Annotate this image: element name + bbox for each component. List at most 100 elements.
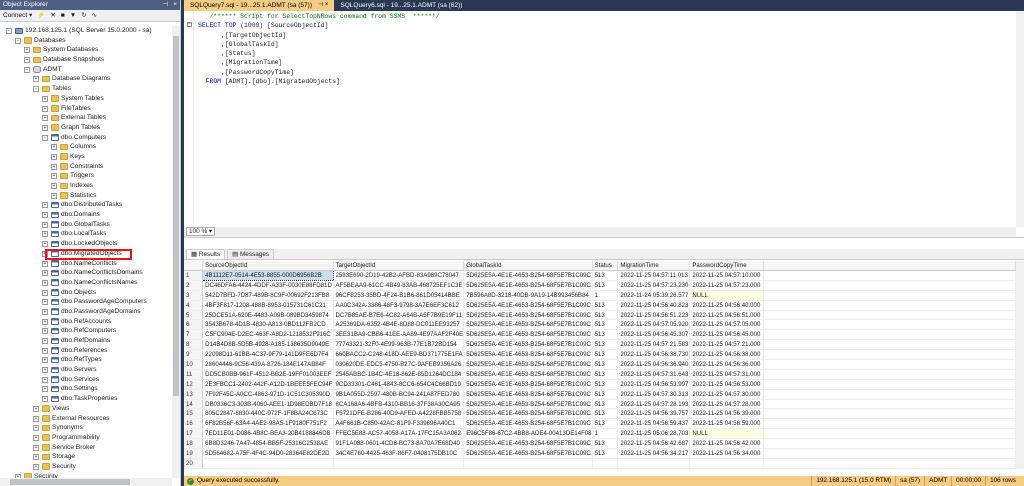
table-cell[interactable]: 2022-11-25 04:57:10.000 (689, 270, 765, 281)
sql-editor[interactable]: − /****** Script for SelectTopNRows comm… (184, 11, 1024, 238)
tab-sqlquery6[interactable]: SQLQuery6.sql - 19...25.1.ADMT (sa (62)) (334, 0, 468, 11)
results-grid[interactable]: SourceObjectId TargetObjectId GlobalTaskId… (184, 261, 1016, 469)
table-cell[interactable]: 22098D11-61BB-4C37-9F79-141D9FE6D7F4 (202, 349, 334, 361)
table-cell[interactable]: 77743321-32F0-4E99-963B-77E1B72BD154 (333, 339, 465, 351)
expand-icon[interactable]: + (42, 318, 48, 325)
table-cell[interactable]: 5D564682-A75F-4F4C-94D0-28364E82DE2D (202, 448, 334, 459)
table-cell[interactable]: 5D625E5A-4E1E-4653-B254-68F5E7B1C09C (463, 300, 593, 311)
table-cell[interactable]: 513 (592, 349, 619, 361)
table-cell[interactable]: 2022-11-25 04:56:36.000 (689, 359, 765, 370)
table-row[interactable]: 14 DB0336C3-303B-4060-AEE1-1D98EDBD7F18 8C… (184, 399, 1016, 410)
table-cell[interactable]: 2022-11-25 04:57:05.920 (617, 319, 691, 331)
table-cell[interactable]: 5D625E5A-4E1E-4653-B254-68F5E7B1C09C (463, 349, 593, 361)
table-cell[interactable]: 5D625E5A-4E1E-4653-B254-68F5E7B1C09C (463, 310, 593, 321)
table-cell[interactable]: 2022-11-25 04:57:28.000 (689, 399, 765, 410)
tree-node[interactable]: + Security (0, 462, 172, 472)
tree-node[interactable]: + External Resources (0, 414, 172, 424)
expand-icon[interactable]: + (51, 153, 57, 160)
table-row[interactable]: 1 4B1112E7-0514-4E53-8855-000D6956B2B 2583… (184, 270, 1016, 281)
table-cell[interactable] (592, 458, 619, 469)
tree-node[interactable]: + dbo.Objects (0, 288, 172, 298)
expand-icon[interactable]: + (42, 338, 48, 344)
scrollbar-thumb[interactable] (173, 36, 179, 396)
table-cell[interactable]: 8CA168A6-4BFB-4310-BB16-37F38A30CA95 (333, 399, 465, 410)
table-cell[interactable]: 2E3FBCC1-2402-442F-A12D-1BEEE5FEC94F (202, 379, 334, 390)
table-cell[interactable]: 513 (592, 369, 619, 380)
expand-icon[interactable]: + (42, 241, 48, 248)
table-cell[interactable]: 6F82B56F-63A4-4AE2-98A5-1F9180F751F2 (202, 418, 334, 430)
table-cell[interactable]: 25DCE51A-620E-4483-A09B-089BD3459874 (202, 310, 334, 321)
tree-node[interactable]: + dbo.RefTypes (0, 355, 172, 365)
tree-node[interactable]: + dbo.NameConflictsNames (0, 278, 172, 288)
expand-icon[interactable]: + (33, 454, 39, 461)
expand-icon[interactable]: + (42, 357, 48, 364)
table-cell[interactable]: 5D625E5A-4E1E-4653-B254-68F5E7B1C09C (463, 359, 593, 370)
table-row[interactable]: 10 28604446-9C56-439A-8726-184E147AB84F 03… (184, 359, 1016, 370)
table-cell[interactable]: 9B1A055D-2597-480B-BC94-241A87FED780 (333, 389, 465, 400)
table-cell[interactable]: 2022-11-25 04:56:34.217 (617, 448, 691, 459)
table-cell[interactable]: 2022-11-25 04:56:51.223 (617, 310, 691, 321)
expand-icon[interactable]: + (51, 183, 57, 189)
table-row[interactable]: 8 D14B4D8B-5D5B-4928-A185-138635D9049E 777… (184, 339, 1016, 351)
table-cell[interactable]: 513 (592, 399, 619, 410)
table-cell[interactable]: 513 (592, 339, 619, 351)
table-cell[interactable]: 513 (592, 359, 619, 370)
table-cell[interactable]: 513 (592, 329, 619, 341)
tree-node[interactable]: + Database Snapshots (0, 55, 172, 65)
tree-node[interactable]: + Indexes (0, 181, 172, 191)
table-cell[interactable]: NULL (689, 290, 765, 301)
table-cell[interactable]: 513 (592, 300, 619, 311)
tree-node[interactable]: − Databases (0, 36, 172, 46)
expand-icon[interactable]: + (33, 434, 39, 441)
expand-icon[interactable]: + (42, 212, 48, 219)
disconnect-icon[interactable]: ✕ (50, 10, 55, 22)
tree-node[interactable]: − dbo.Computers (0, 133, 172, 143)
row-number[interactable]: 10 (184, 359, 204, 370)
close-icon[interactable]: × (173, 0, 177, 10)
expand-icon[interactable]: + (51, 192, 57, 199)
table-cell[interactable]: 2022-11-25 04:56:40.823 (617, 300, 691, 311)
table-cell[interactable]: 513 (592, 438, 619, 450)
table-cell[interactable]: 5D625E5A-4E1E-4653-B254-68F5E7B1C09C (463, 329, 593, 341)
table-cell[interactable]: 96CF8253-35BD-4F24-B1B6-861D05414BBE (333, 290, 465, 301)
table-cell[interactable]: 2022-11-25 04:56:53.997 (617, 379, 691, 390)
expand-icon[interactable]: + (33, 444, 39, 451)
row-number[interactable]: 1 (184, 270, 204, 281)
table-cell[interactable]: DB0336C3-303B-4060-AEE1-1D98EDBD7F18 (202, 399, 334, 410)
tree-node[interactable]: + dbo.NameConflictsDomains (0, 268, 172, 278)
expand-icon[interactable]: + (42, 299, 48, 306)
table-cell[interactable]: 2022-11-25 04:56:59.437 (617, 418, 691, 430)
table-row[interactable]: 18 6B8D3246-7A47-4854-BB5F-25316C2538AE 91… (184, 438, 1016, 450)
table-row[interactable]: 7 C5FC904E-D2EC-463F-A8D2-1218532F916C 3EE… (184, 329, 1016, 341)
expand-icon[interactable]: + (24, 57, 30, 64)
object-explorer-horizontal-scrollbar[interactable] (0, 478, 172, 486)
tree-node[interactable]: + Constraints (0, 162, 172, 172)
table-cell[interactable]: 2022-11-25 04:56:40.000 (689, 300, 765, 311)
table-cell[interactable]: 2022-11-25 04:56:39.757 (617, 408, 691, 420)
activity-monitor-icon[interactable]: ∿ (92, 10, 97, 22)
table-cell[interactable]: 5D625E5A-4E1E-4653-B254-68F5E7B1C09C (463, 418, 593, 430)
table-cell[interactable]: 5D625E5A-4E1E-4653-B254-68F5E7B1C09C (463, 339, 593, 351)
expand-icon[interactable]: + (24, 47, 30, 54)
table-cell[interactable]: 660BACC2-C248-418D-AEE9-BD371775E1FA (333, 349, 465, 361)
table-cell[interactable]: 3543B678-4D1B-4830-A813-0BD112FB2CD (202, 319, 334, 331)
tree-node[interactable]: + Database Diagrams (0, 74, 172, 84)
expand-icon[interactable]: + (42, 396, 48, 403)
table-cell[interactable]: 7ED11E01-D086-4B8C-BEA3-20B4188846D8 (202, 428, 334, 440)
row-number[interactable]: 18 (184, 438, 204, 450)
table-cell[interactable]: 3EE31BA9-CBB6-41EE-AA89-4E97AAF2F40E (333, 329, 465, 341)
table-row[interactable]: 17 7ED11E01-D086-4B8C-BEA3-20B4188846D8 FF… (184, 428, 1016, 440)
table-cell[interactable]: 91F1A088-0601-4CD8-BC73-8A70A7E68D40 (333, 438, 465, 450)
row-number[interactable]: 20 (184, 458, 204, 469)
tree-node[interactable]: − ADMT (0, 65, 172, 75)
stop-icon[interactable]: ■ (61, 10, 65, 22)
table-cell[interactable]: 2022-11-25 04:56:51.000 (689, 310, 765, 321)
expand-icon[interactable]: + (42, 270, 48, 277)
collapse-icon[interactable]: − (42, 134, 48, 141)
pin-icon[interactable]: ⊣ (162, 0, 168, 10)
table-cell[interactable]: 513 (592, 310, 619, 321)
table-cell[interactable]: 5D625E5A-4E1E-4653-B254-68F5E7B1C09C (463, 389, 593, 400)
connect-icon[interactable]: ⚡ (37, 10, 45, 22)
column-header[interactable]: TargetObjectId (333, 261, 465, 271)
expand-icon[interactable]: + (42, 367, 48, 374)
